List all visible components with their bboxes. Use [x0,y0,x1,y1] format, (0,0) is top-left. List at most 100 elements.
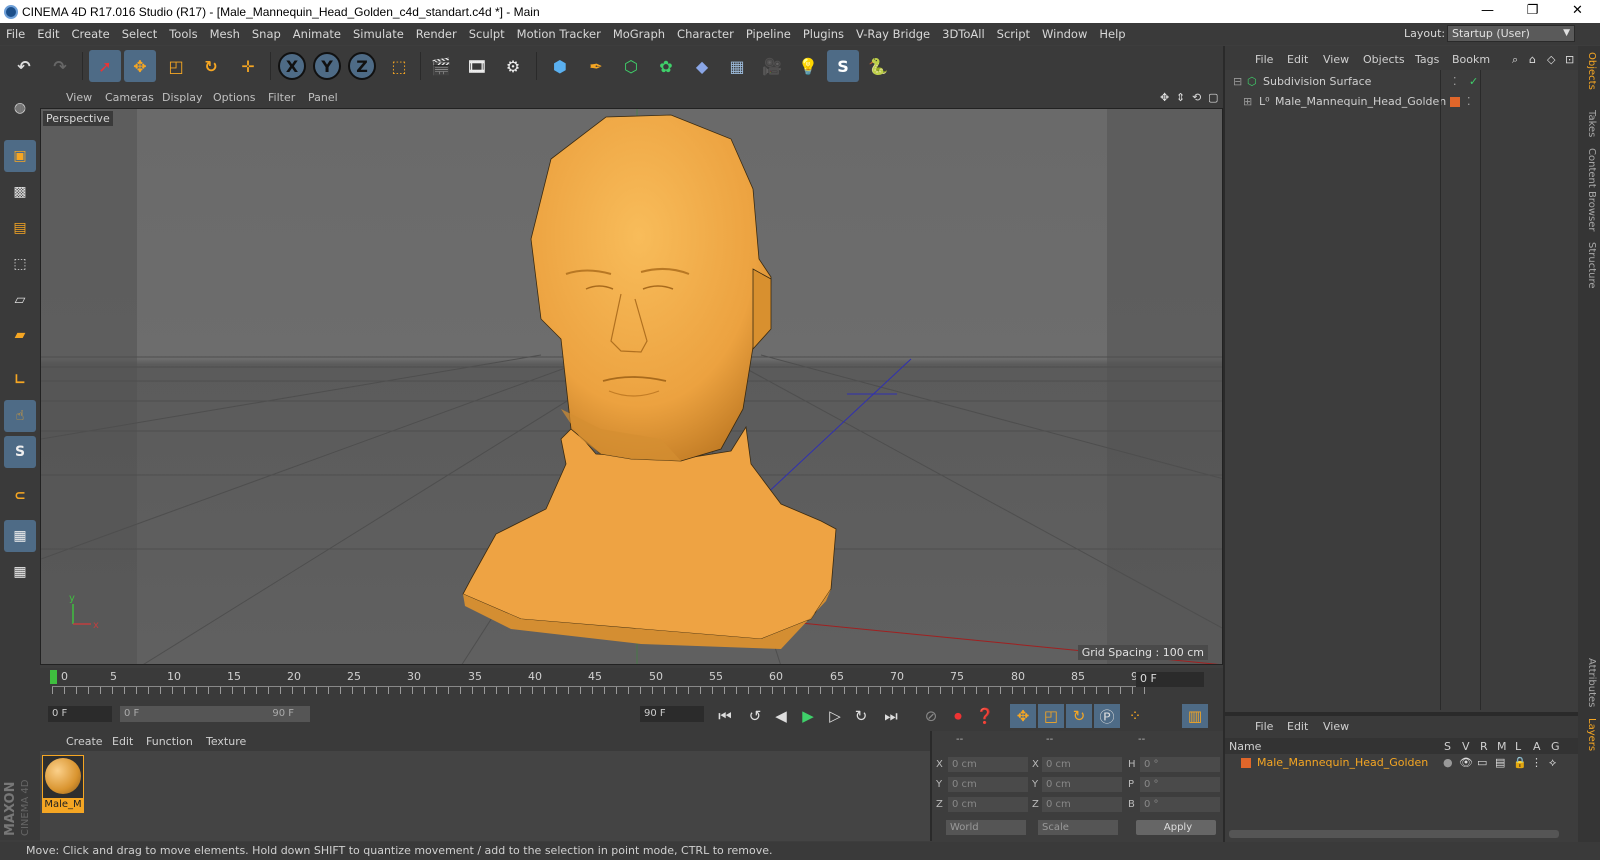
menu-render[interactable]: Render [410,23,463,45]
menu-tools[interactable]: Tools [163,23,203,45]
mat-menu-edit[interactable]: Edit [112,735,133,748]
object-row-mannequin[interactable]: ⊞ L⁰ Male_Mannequin_Head_Golden ⁚ [1225,92,1580,112]
render-settings-icon[interactable]: ⚙ [497,50,529,82]
enabled-check-icon[interactable]: ✓ [1469,72,1478,92]
vp-menu-options[interactable]: Options [213,91,255,104]
axis-mode-icon[interactable]: ∟ [4,364,36,396]
tab-layers[interactable]: Layers [1581,718,1597,751]
menu-mograph[interactable]: MoGraph [607,23,671,45]
play-icon[interactable]: ▶ [795,704,821,728]
autokey-icon[interactable]: ⏺ [945,704,971,728]
home-icon[interactable]: ⌂ [1529,53,1536,66]
workplane-mode-icon[interactable]: ▤ [4,212,36,244]
select-arrow-icon[interactable]: ➚ [89,50,121,82]
next-key-icon[interactable]: ↻ [848,704,874,728]
cube-object-icon[interactable]: ⬢ [544,50,576,82]
expand-icon[interactable]: ⊞ [1243,92,1252,112]
menu-animate[interactable]: Animate [287,23,347,45]
restore-icon[interactable]: ❐ [1510,0,1555,23]
menu-window[interactable]: Window [1036,23,1093,45]
layout-select[interactable]: Startup (User) ▼ [1447,25,1575,42]
menu-edit[interactable]: Edit [31,23,65,45]
key-rotation-icon[interactable]: ↻ [1066,704,1092,728]
zoom-view-icon[interactable]: ⇕ [1176,91,1185,104]
z-axis-lock-icon[interactable]: Z [348,52,376,80]
material-swatch[interactable]: Male_M [42,755,84,813]
camera-icon[interactable]: 🎥 [756,50,788,82]
om-menu-edit[interactable]: Edit [1287,53,1308,66]
layer-color-swatch[interactable] [1241,758,1251,768]
planar-workplane-icon[interactable]: ▦ [4,556,36,588]
eye-icon[interactable]: 👁 [1459,754,1473,772]
generator-icon[interactable]: ⟡ [1549,754,1556,772]
rotation-p-field[interactable]: 0 ° [1140,777,1220,792]
3d-viewport[interactable]: y x Perspective Grid Spacing : 100 cm [40,108,1223,665]
light-icon[interactable]: 💡 [792,50,824,82]
tab-content-browser[interactable]: Content Browser [1581,148,1597,231]
x-axis-lock-icon[interactable]: X [278,52,306,80]
layer-color-tag[interactable] [1450,97,1460,107]
snap-magnet-icon[interactable]: ⊂ [4,480,36,512]
nav-arrows-icon[interactable]: ◇ [1547,53,1555,66]
menu-snap[interactable]: Snap [246,23,287,45]
edges-mode-icon[interactable]: ▱ [4,284,36,316]
subdivision-surface-icon[interactable]: ⬡ [615,50,647,82]
rotate-view-icon[interactable]: ⟲ [1192,91,1201,104]
model-mode-icon[interactable]: ▣ [4,140,36,172]
playhead[interactable] [50,670,57,684]
menu-sculpt[interactable]: Sculpt [463,23,511,45]
record-keys-icon[interactable]: ⊘ [918,704,944,728]
apply-button[interactable]: Apply [1136,820,1216,835]
menu-plugins[interactable]: Plugins [797,23,850,45]
previous-key-icon[interactable]: ↺ [742,704,768,728]
menu-simulate[interactable]: Simulate [347,23,410,45]
vp-menu-cameras[interactable]: Cameras [105,91,154,104]
vp-menu-panel[interactable]: Panel [308,91,338,104]
lm-menu-file[interactable]: File [1255,720,1273,733]
floor-icon[interactable]: ▦ [721,50,753,82]
size-x-field[interactable]: 0 cm [1042,757,1122,772]
scale-icon[interactable]: ◰ [160,50,192,82]
cloner-icon[interactable]: ✿ [650,50,682,82]
menu-help[interactable]: Help [1093,23,1131,45]
menu-vray-bridge[interactable]: V-Ray Bridge [850,23,936,45]
position-x-field[interactable]: 0 cm [948,757,1028,772]
menu-file[interactable]: File [0,23,31,45]
pan-view-icon[interactable]: ✥ [1160,91,1169,104]
mat-menu-create[interactable]: Create [66,735,103,748]
maximize-view-icon[interactable]: ▢ [1208,91,1218,104]
render-icon[interactable]: ▭ [1477,754,1487,772]
mat-menu-function[interactable]: Function [146,735,193,748]
menu-motion-tracker[interactable]: Motion Tracker [511,23,607,45]
pen-spline-icon[interactable]: ✒ [580,50,612,82]
next-frame-icon[interactable]: ▷ [822,704,848,728]
key-pla-icon[interactable]: ⁘ [1122,704,1148,728]
redo-icon[interactable]: ↷ [44,50,76,82]
rotate-icon[interactable]: ↻ [195,50,227,82]
make-editable-icon[interactable]: ◍ [4,92,36,124]
tab-takes[interactable]: Takes [1581,110,1597,137]
vp-menu-filter[interactable]: Filter [268,91,295,104]
om-menu-objects[interactable]: Objects [1363,53,1405,66]
menu-script[interactable]: Script [991,23,1036,45]
move-icon[interactable]: ✥ [124,50,156,82]
menu-pipeline[interactable]: Pipeline [740,23,797,45]
render-view-icon[interactable]: 🎬 [425,50,457,82]
rotation-h-field[interactable]: 0 ° [1140,757,1220,772]
manager-icon[interactable]: ▤ [1495,754,1505,772]
frame-range-slider[interactable]: 0 F 90 F [120,706,310,722]
polygons-mode-icon[interactable]: ▰ [4,319,36,351]
lm-menu-view[interactable]: View [1323,720,1349,733]
rotation-b-field[interactable]: 0 ° [1140,797,1220,812]
size-z-field[interactable]: 0 cm [1042,797,1122,812]
script-icon[interactable]: S [827,50,859,82]
go-to-start-icon[interactable]: ⏮ [712,704,738,728]
texture-mode-icon[interactable]: ▩ [4,176,36,208]
vp-menu-view[interactable]: View [66,91,92,104]
vp-menu-display[interactable]: Display [162,91,203,104]
workplane-lock-icon[interactable]: ▦ [4,520,36,552]
object-row-subdivision[interactable]: ⊟ ⬡ Subdivision Surface ⁚ ✓ [1225,72,1580,92]
python-icon[interactable]: 🐍 [862,50,894,82]
mannequin-head-model[interactable] [462,114,837,649]
tab-objects[interactable]: Objects [1581,52,1597,90]
